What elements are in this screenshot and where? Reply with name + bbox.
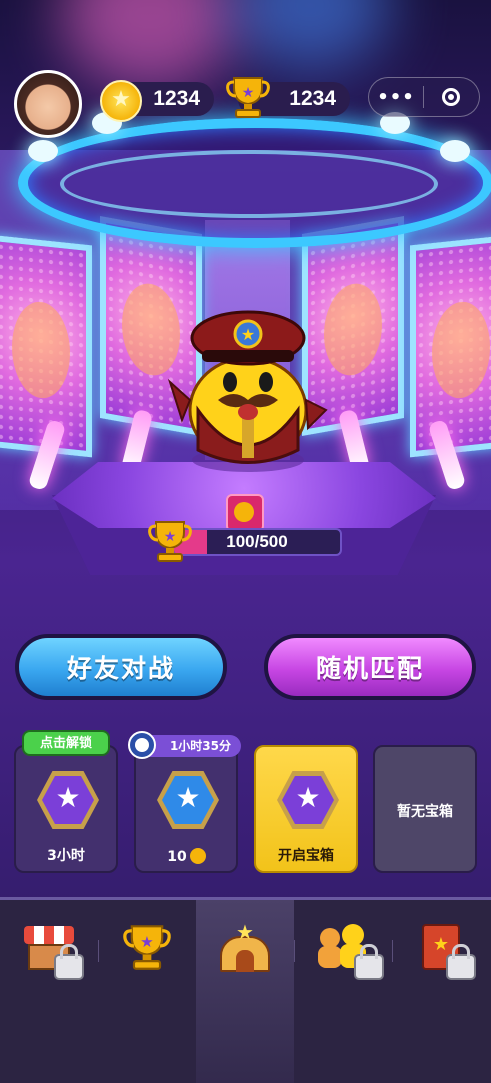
stage-bulb (28, 140, 58, 162)
coin-icon (190, 848, 206, 864)
chest-slot-1[interactable]: ★ 3小时 (14, 745, 118, 873)
unlock-tooltip-label: 点击解锁 (39, 736, 92, 751)
stage-glow (60, 0, 240, 90)
stage-bulb (440, 140, 470, 162)
svg-text:★: ★ (241, 325, 255, 344)
clock-icon (128, 731, 156, 759)
open-chest-label: 开启宝箱 (278, 848, 334, 864)
nav-shop[interactable] (0, 900, 98, 1083)
nav-friends[interactable] (294, 900, 392, 1083)
random-match-button[interactable]: 随机匹配 (264, 634, 476, 700)
friends-battle-button[interactable]: 好友对战 (15, 634, 227, 700)
trophy-progress-text: 100/500 (226, 532, 288, 551)
trophy-icon: ★ (226, 77, 270, 118)
chest-slot-3[interactable]: ★ 开启宝箱 (254, 745, 358, 873)
progress-trophy-icon: ★ (148, 521, 192, 562)
character-poster (410, 234, 491, 458)
coin-icon: ★ (100, 80, 142, 122)
empty-chest-label: 暂无宝箱 (397, 804, 453, 820)
svg-text:★: ★ (242, 85, 255, 101)
mascot-character[interactable]: ★ (168, 300, 328, 480)
bottom-nav: ★ ★ ★ (0, 897, 491, 1083)
nav-book[interactable]: ★ (392, 900, 490, 1083)
trophy-count: 1234 (289, 87, 336, 110)
chest-slot-2[interactable]: ★ 10 (134, 745, 238, 873)
blue-star-chest-icon: ★ (157, 771, 219, 829)
lock-icon (446, 944, 476, 980)
nav-home[interactable]: ★ (196, 900, 294, 1083)
lock-icon (54, 944, 84, 980)
chest-slot-1-label: 3小时 (47, 848, 85, 864)
svg-text:★: ★ (140, 933, 154, 951)
friends-battle-label: 好友对战 (66, 654, 175, 683)
stage-glow (230, 0, 390, 70)
trophy-progress-bar: 100/500 (172, 528, 342, 556)
stage-light-ring-inner (60, 150, 438, 218)
chest-slot-2-label: 10 (167, 849, 187, 865)
winged-star-chest-icon: ★ (277, 771, 339, 829)
unlock-tooltip[interactable]: 点击解锁 (22, 730, 110, 756)
lock-icon (354, 944, 384, 980)
coin-count: 1234 (153, 87, 200, 110)
character-poster (0, 234, 92, 458)
trophy-icon: ★ (123, 925, 171, 970)
winged-star-chest-icon: ★ (37, 771, 99, 829)
home-arena-icon: ★ (220, 920, 270, 972)
chest-slot-4: 暂无宝箱 (373, 745, 477, 873)
mini-program-capsule: ••• (368, 77, 480, 117)
more-dots-icon[interactable]: ••• (369, 87, 423, 108)
coin-ribbon-icon (226, 494, 264, 532)
random-match-label: 随机匹配 (315, 654, 424, 683)
target-icon[interactable] (424, 88, 478, 106)
nav-trophy[interactable]: ★ (98, 900, 196, 1083)
svg-text:★: ★ (164, 529, 177, 545)
chest-timer-label: 1小时35分 (169, 739, 231, 753)
player-avatar[interactable] (14, 70, 82, 138)
